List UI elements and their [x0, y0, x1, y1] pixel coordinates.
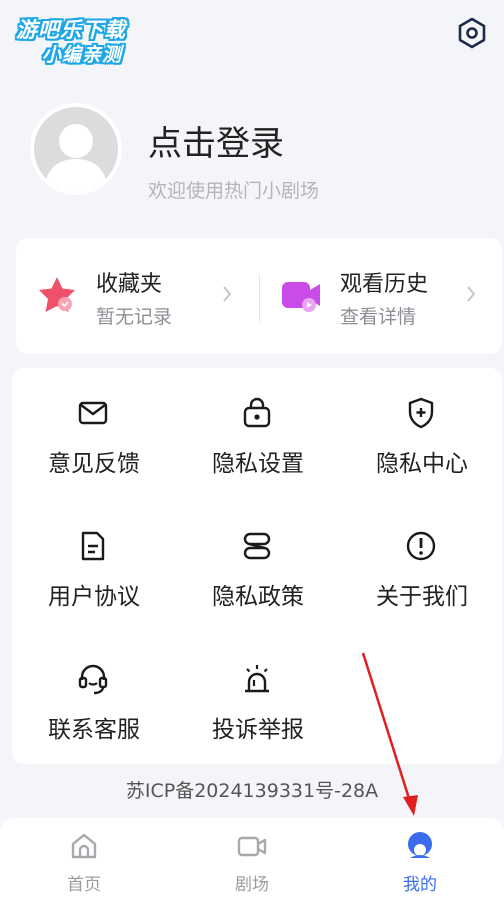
tab-label: 首页: [67, 875, 101, 895]
favorites-entry[interactable]: 收藏夹 暂无记录: [16, 260, 232, 330]
watermark-logo: 游吧乐下载 小编亲测: [12, 10, 152, 68]
alarm-icon: [245, 665, 269, 693]
menu-about-us[interactable]: 关于我们: [340, 501, 504, 621]
menu-privacy-settings[interactable]: 隐私设置: [176, 368, 340, 488]
home-icon: [71, 833, 97, 859]
tab-label: 我的: [403, 875, 437, 895]
headset-icon: [78, 664, 108, 695]
chevron-right-icon: [223, 286, 232, 302]
settings-hex-icon[interactable]: [455, 16, 489, 50]
menu-label: 联系客服: [48, 717, 140, 743]
menu-label: 意见反馈: [48, 451, 140, 477]
login-title[interactable]: 点击登录: [148, 116, 284, 165]
history-title: 观看历史: [340, 272, 429, 297]
menu-privacy-center[interactable]: 隐私中心: [340, 368, 504, 488]
camera-icon: [237, 836, 267, 857]
menu-label: 隐私政策: [212, 584, 304, 610]
avatar[interactable]: [30, 103, 122, 195]
history-sub: 查看详情: [340, 306, 417, 328]
watermark-line2: 小编亲测: [42, 44, 123, 66]
lock-icon: [243, 397, 271, 428]
login-subtitle: 欢迎使用热门小剧场: [148, 180, 320, 202]
menu-label: 隐私中心: [376, 451, 468, 477]
tab-label: 剧场: [235, 875, 269, 895]
menu-label: 关于我们: [376, 584, 468, 610]
menu-user-agreement[interactable]: 用户协议: [12, 501, 176, 621]
video-icon: [282, 282, 320, 312]
menu-grid-card: 意见反馈 隐私设置 隐私中心 用户协议 隐私政策 关于我们 联系客服 投诉举报: [12, 368, 502, 764]
menu-label: 用户协议: [48, 584, 140, 610]
document-icon: [81, 531, 105, 561]
quick-access-card: 收藏夹 暂无记录 观看历史 查看详情: [16, 238, 502, 354]
menu-privacy-policy[interactable]: 隐私政策: [176, 501, 340, 621]
icp-record[interactable]: 苏ICP备2024139331号-28A: [0, 776, 504, 803]
shield-icon: [408, 397, 434, 429]
info-icon: [406, 531, 436, 561]
bottom-tab-bar: 首页 剧场 我的: [0, 818, 504, 897]
history-entry[interactable]: 观看历史 查看详情: [260, 260, 476, 330]
policy-icon: [243, 532, 271, 560]
favorites-title: 收藏夹: [96, 272, 163, 297]
tab-home[interactable]: 首页: [0, 818, 168, 897]
menu-customer-service[interactable]: 联系客服: [12, 634, 176, 754]
chevron-right-icon: [467, 286, 476, 302]
tab-mine[interactable]: 我的: [336, 818, 504, 897]
menu-report[interactable]: 投诉举报: [176, 634, 340, 754]
star-icon: [39, 277, 75, 312]
menu-feedback[interactable]: 意见反馈: [12, 368, 176, 488]
favorites-sub: 暂无记录: [96, 306, 173, 328]
tab-theater[interactable]: 剧场: [168, 818, 336, 897]
menu-label: 隐私设置: [212, 451, 304, 477]
menu-label: 投诉举报: [212, 717, 304, 743]
mail-icon: [78, 401, 108, 425]
profile-icon: [408, 832, 432, 858]
